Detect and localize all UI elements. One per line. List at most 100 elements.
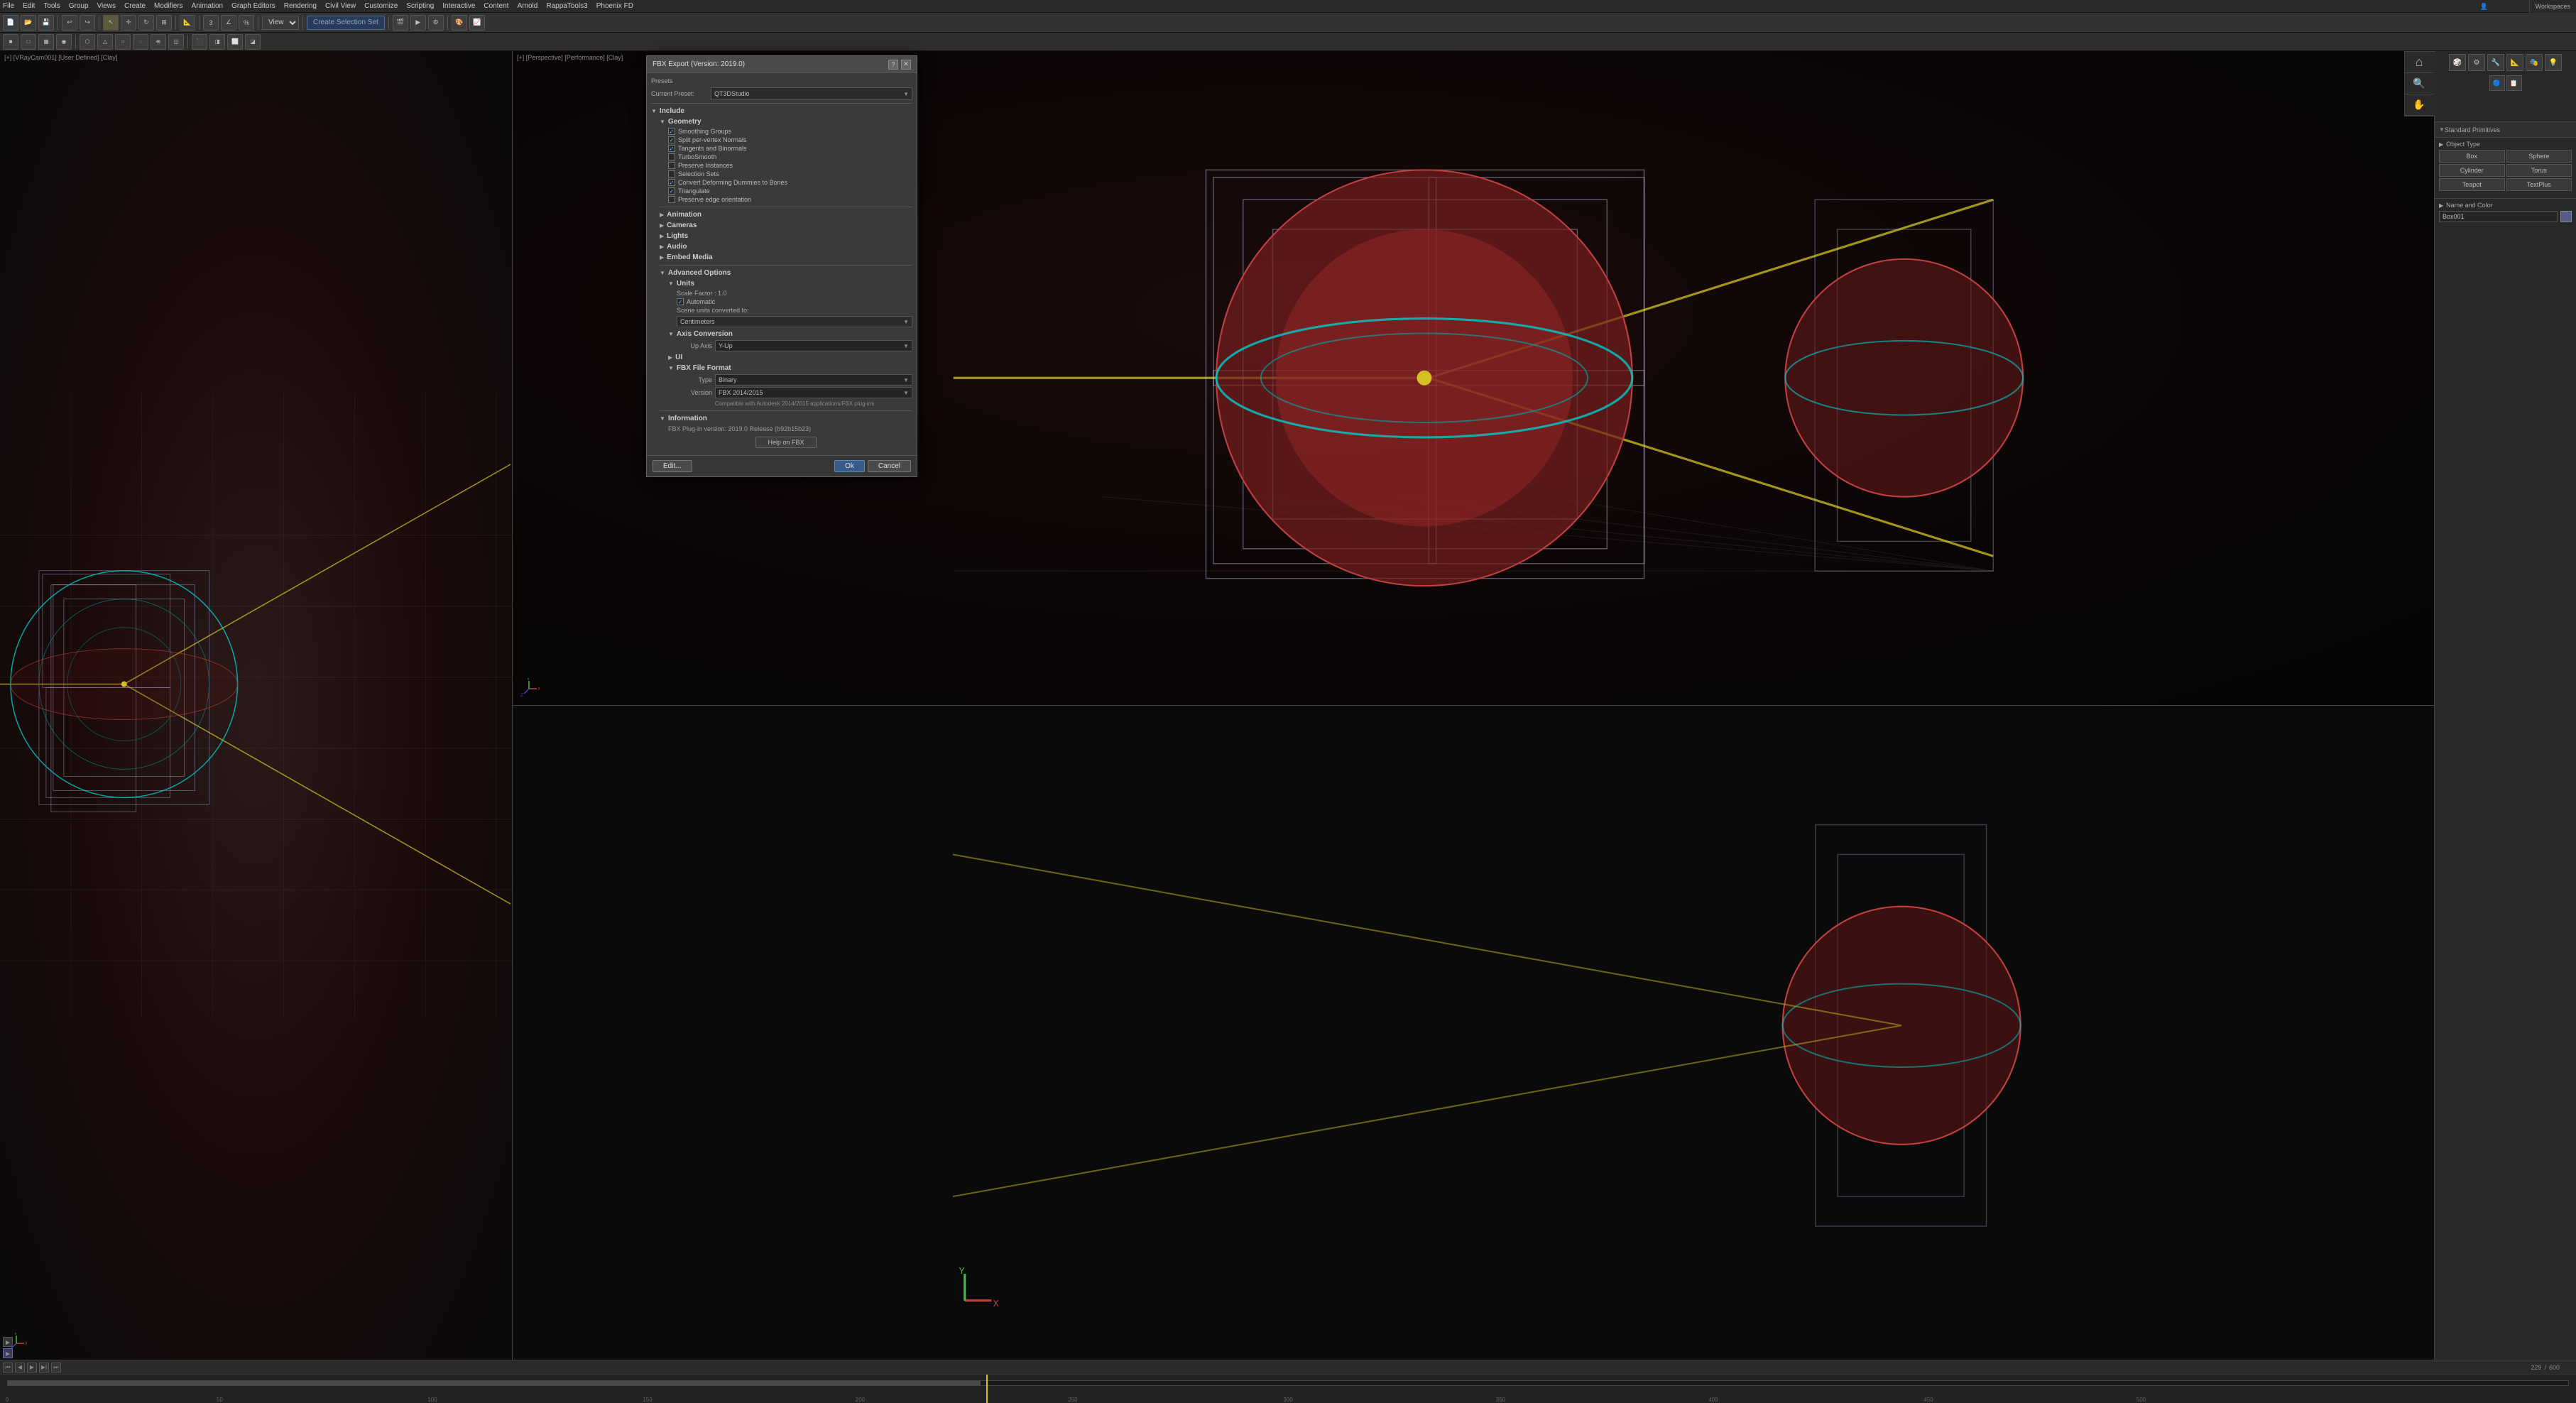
tb2-btn11[interactable]: ⬛	[192, 34, 207, 50]
panel-icon-4[interactable]: 📐	[2506, 54, 2523, 71]
render-settings-btn[interactable]: ⚙	[428, 15, 444, 31]
obj-type-cylinder[interactable]: Cylinder	[2439, 164, 2505, 177]
menu-item-file[interactable]: File	[3, 2, 14, 10]
menu-item-arnold[interactable]: Arnold	[517, 2, 537, 10]
menu-item-create[interactable]: Create	[124, 2, 146, 10]
tb2-btn3[interactable]: ▦	[38, 34, 54, 50]
cameras-header[interactable]: ▶ Cameras	[660, 220, 912, 231]
menu-item-group[interactable]: Group	[69, 2, 89, 10]
percent-snap-btn[interactable]: %	[239, 15, 254, 31]
ok-btn[interactable]: Ok	[834, 460, 865, 472]
timeline-prev-btn[interactable]: ◀	[15, 1363, 25, 1372]
obj-type-textplus[interactable]: TextPlus	[2506, 178, 2572, 191]
triangulate-checkbox[interactable]	[668, 187, 675, 195]
open-btn[interactable]: 📂	[21, 15, 36, 31]
panel-icon-3[interactable]: 🔧	[2487, 54, 2504, 71]
timeline-scrub[interactable]: 0 50 100 150 200 250 300 350 400 450 500	[0, 1375, 2576, 1403]
obj-type-teapot[interactable]: Teapot	[2439, 178, 2505, 191]
workspaces-dropdown[interactable]: Workspaces	[2529, 0, 2576, 13]
new-scene-btn[interactable]: 📄	[3, 15, 18, 31]
include-section-header[interactable]: ▼ Include	[651, 106, 912, 116]
tb2-btn2[interactable]: □	[21, 34, 36, 50]
rotate-btn[interactable]: ↻	[138, 15, 154, 31]
menu-item-rappatools[interactable]: RappaTools3	[546, 2, 587, 10]
ref-coord-btn[interactable]: 📐	[180, 15, 195, 31]
version-dropdown[interactable]: FBX 2014/2015 ▼	[715, 387, 912, 398]
embed-media-header[interactable]: ▶ Embed Media	[660, 252, 912, 263]
fbx-format-header[interactable]: ▼ FBX File Format	[668, 363, 912, 373]
panel-icon-8[interactable]: 📋	[2506, 75, 2522, 91]
obj-type-box[interactable]: Box	[2439, 150, 2505, 163]
tangents-checkbox[interactable]	[668, 145, 675, 152]
nav-expand-btn[interactable]: ▶	[3, 1337, 13, 1347]
move-btn[interactable]: ✛	[121, 15, 136, 31]
nav-playback-btn[interactable]: ▶	[3, 1348, 13, 1358]
obj-type-sphere[interactable]: Sphere	[2506, 150, 2572, 163]
axis-conversion-header[interactable]: ▼ Axis Conversion	[668, 329, 912, 339]
tb2-btn5[interactable]: ⬡	[80, 34, 95, 50]
menu-item-views[interactable]: Views	[97, 2, 116, 10]
edit-btn[interactable]: Edit...	[653, 460, 692, 472]
geometry-header[interactable]: ▼ Geometry	[660, 116, 912, 127]
render-btn[interactable]: 🎬	[393, 15, 408, 31]
menu-item-content[interactable]: Content	[484, 2, 508, 10]
automatic-checkbox[interactable]	[677, 298, 684, 305]
obj-type-torus[interactable]: Torus	[2506, 164, 2572, 177]
menu-item-phoenix[interactable]: Phoenix FD	[596, 2, 633, 10]
undo-btn[interactable]: ↩	[62, 15, 77, 31]
timeline-next-btn[interactable]: ▶|	[39, 1363, 49, 1372]
panel-icon-2[interactable]: ⚙	[2468, 54, 2485, 71]
advanced-options-header[interactable]: ▼ Advanced Options	[660, 268, 912, 278]
tb2-btn12[interactable]: ◨	[209, 34, 225, 50]
view-dropdown[interactable]: View	[262, 16, 299, 30]
menu-item-civil-view[interactable]: Civil View	[325, 2, 356, 10]
audio-header[interactable]: ▶ Audio	[660, 241, 912, 252]
menu-item-interactive[interactable]: Interactive	[442, 2, 475, 10]
save-btn[interactable]: 💾	[38, 15, 54, 31]
dialog-question-btn[interactable]: ?	[888, 60, 898, 70]
menu-item-animation[interactable]: Animation	[192, 2, 223, 10]
select-btn[interactable]: ↖	[103, 15, 119, 31]
tb2-btn10[interactable]: ◫	[168, 34, 184, 50]
name-input[interactable]: Box001	[2439, 211, 2558, 222]
split-normals-checkbox[interactable]	[668, 136, 675, 143]
panel-icon-7[interactable]: 🔵	[2489, 75, 2505, 91]
preserve-instances-checkbox[interactable]	[668, 162, 675, 169]
smoothing-groups-checkbox[interactable]	[668, 128, 675, 135]
curve-editor-btn[interactable]: 📈	[469, 15, 485, 31]
selection-sets-checkbox[interactable]	[668, 170, 675, 178]
information-header[interactable]: ▼ Information	[660, 413, 912, 424]
dialog-close-btn[interactable]: ✕	[901, 60, 911, 70]
menu-item-scripting[interactable]: Scripting	[406, 2, 434, 10]
create-selection-set-btn[interactable]: Create Selection Set	[307, 16, 385, 30]
menu-item-customize[interactable]: Customize	[364, 2, 398, 10]
menu-item-tools[interactable]: Tools	[43, 2, 60, 10]
menu-item-graph-editors[interactable]: Graph Editors	[231, 2, 275, 10]
nav-home-btn[interactable]: ⌂	[2405, 52, 2433, 73]
tb2-btn14[interactable]: ◪	[245, 34, 261, 50]
lights-header[interactable]: ▶ Lights	[660, 231, 912, 241]
animation-header[interactable]: ▶ Animation	[660, 209, 912, 220]
tb2-btn6[interactable]: △	[97, 34, 113, 50]
viewport-left[interactable]: [+] [VRayCam001] [User Defined] [Clay]	[0, 51, 513, 1360]
panel-icon-6[interactable]: 💡	[2545, 54, 2562, 71]
timeline-playhead[interactable]	[986, 1375, 988, 1403]
nav-pan-btn[interactable]: ✋	[2405, 94, 2433, 116]
timeline-end-btn[interactable]: ⏭	[51, 1363, 61, 1372]
turbosmooth-checkbox[interactable]	[668, 153, 675, 160]
tb2-btn7[interactable]: ○	[115, 34, 131, 50]
angle-snap-btn[interactable]: ∠	[221, 15, 236, 31]
snap-btn[interactable]: 3	[203, 15, 219, 31]
panel-icon-5[interactable]: 🎭	[2526, 54, 2543, 71]
material-editor-btn[interactable]: 🎨	[452, 15, 467, 31]
current-preset-dropdown[interactable]: QT3DStudio ▼	[711, 87, 912, 100]
help-on-fbx-btn[interactable]: Help on FBX	[755, 437, 816, 448]
preserve-edge-checkbox[interactable]	[668, 196, 675, 203]
timeline-start-btn[interactable]: ⏮	[3, 1363, 13, 1372]
timeline-play-btn[interactable]: ▶	[27, 1363, 37, 1372]
menu-item-modifiers[interactable]: Modifiers	[154, 2, 183, 10]
tb2-btn13[interactable]: ⬜	[227, 34, 243, 50]
viewport-bottom-right[interactable]: X Y	[513, 706, 2434, 1360]
panel-icon-1[interactable]: 🎲	[2449, 54, 2466, 71]
menu-item-edit[interactable]: Edit	[23, 2, 35, 10]
